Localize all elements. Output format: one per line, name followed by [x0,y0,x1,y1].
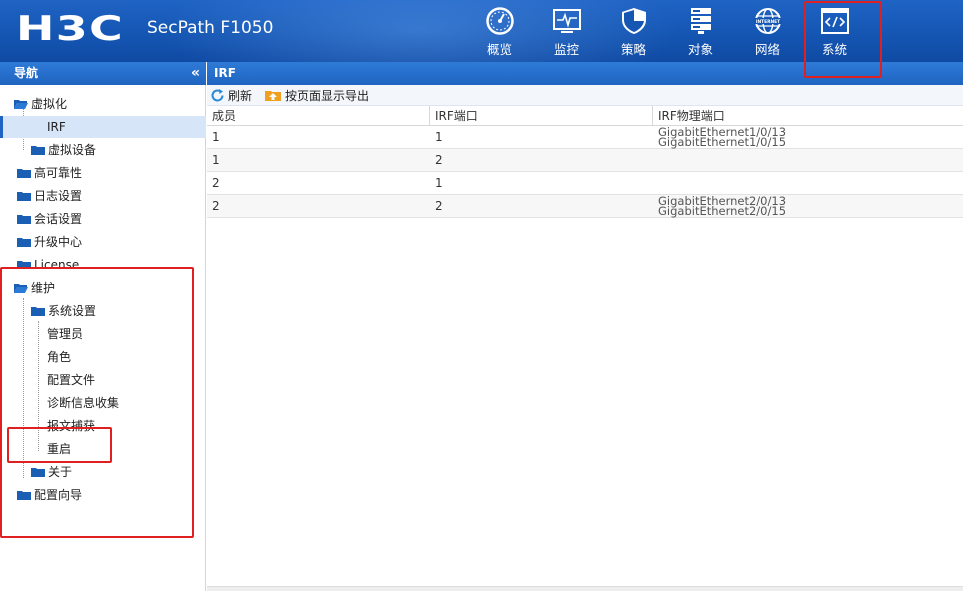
dashboard-icon [485,6,515,36]
nav-title: 导航 [14,66,39,80]
monitor-icon [552,6,582,36]
folder-icon [17,491,31,500]
cell-phys: GigabitEthernet2/0/13 GigabitEthernet2/0… [658,194,787,218]
col-irf-phys-port[interactable]: IRF物理端口 [653,106,963,126]
folder-icon [17,215,31,224]
collapse-sidebar-button[interactable]: « [191,62,200,85]
nav-system-label: 系统 [821,42,847,57]
cell-member: 1 [212,153,220,167]
cell-port: 2 [435,153,443,167]
sidebar-item-packet-capture[interactable]: 报文捕获 [47,415,95,438]
table-row[interactable]: 1 2 [207,149,963,172]
page-title-text: IRF [214,66,236,80]
shield-icon [619,6,649,36]
table-header: 成员 IRF端口 IRF物理端口 [207,106,963,126]
selection-marker [0,116,3,138]
col-irf-port[interactable]: IRF端口 [430,106,653,126]
nav-monitor-label: 监控 [553,42,579,57]
nav-network-label: 网络 [754,42,780,57]
sidebar-item-irf[interactable]: IRF [47,116,66,139]
nav-policy[interactable]: 策略 [600,0,667,62]
folder-icon [31,146,45,155]
sidebar-item-log-settings[interactable]: 日志设置 [17,185,82,208]
server-icon [686,6,716,36]
cell-phys [653,172,963,194]
nav-panel-title: 导航 « [0,62,206,85]
nav-overview[interactable]: 概览 [466,0,533,62]
sidebar-item-roles[interactable]: 角色 [47,346,71,369]
nav-monitor[interactable]: 监控 [533,0,600,62]
folder-icon [31,307,45,316]
sidebar-item-administrators[interactable]: 管理员 [47,323,83,346]
sidebar-item-virtual-device[interactable]: 虚拟设备 [31,139,96,162]
h3c-logo: H3C [16,9,125,49]
table-row[interactable]: 2 1 [207,172,963,195]
folder-icon [17,192,31,201]
page-title: IRF [207,62,963,85]
sidebar-item-maintenance[interactable]: 维护 [14,277,55,300]
sidebar-item-setup-wizard[interactable]: 配置向导 [17,484,82,507]
nav-object[interactable]: 对象 [667,0,734,62]
nav-overview-label: 概览 [486,42,512,57]
folder-icon [17,238,31,247]
folder-icon [31,468,45,477]
export-button[interactable]: 按页面显示导出 [265,87,369,104]
sidebar-item-system-settings[interactable]: 系统设置 [31,300,96,323]
col-member[interactable]: 成员 [207,106,430,126]
folder-open-icon [14,284,28,293]
sidebar-item-reboot[interactable]: 重启 [47,438,71,461]
cell-port: 2 [435,199,443,213]
refresh-button[interactable]: 刷新 [210,87,252,104]
sidebar-item-diagnostics[interactable]: 诊断信息收集 [47,392,119,415]
sidebar-item-session-settings[interactable]: 会话设置 [17,208,82,231]
cell-port: 1 [435,130,443,144]
folder-icon [17,261,31,267]
cell-member: 1 [212,130,220,144]
folder-open-icon [14,100,28,109]
code-window-icon [820,6,850,36]
sidebar-item-virtualization[interactable]: 虚拟化 [14,93,67,116]
internet-badge: INTERNET [755,19,779,25]
export-folder-icon [265,90,282,101]
nav-policy-label: 策略 [620,42,646,57]
toolbar: 刷新 按页面显示导出 [207,85,963,106]
sidebar-item-high-availability[interactable]: 高可靠性 [17,162,82,185]
cell-member: 2 [212,199,220,213]
nav-object-label: 对象 [687,42,713,57]
tree-guide [38,321,39,451]
top-header: H3C SecPath F1050 概览 监控 策略 对象 INTERNET 网… [0,0,963,62]
sidebar-item-license[interactable]: License [17,254,79,267]
internet-icon: INTERNET [753,6,783,36]
refresh-icon [211,88,224,101]
sidebar-item-upgrade-center[interactable]: 升级中心 [17,231,82,254]
folder-icon [17,169,31,178]
nav-system[interactable]: 系统 [801,0,868,62]
sidebar-item-about[interactable]: 关于 [31,461,72,484]
product-name: SecPath F1050 [147,18,274,38]
cell-phys: GigabitEthernet1/0/13 GigabitEthernet1/0… [658,125,787,149]
table-row[interactable]: 1 1 GigabitEthernet1/0/13 GigabitEtherne… [207,126,963,149]
tree-guide [23,298,24,478]
cell-port: 1 [435,176,443,190]
sidebar-item-config-file[interactable]: 配置文件 [47,369,95,392]
selected-row-highlight [3,116,206,138]
nav-network[interactable]: INTERNET 网络 [734,0,801,62]
cell-member: 2 [212,176,220,190]
top-nav: 概览 监控 策略 对象 INTERNET 网络 系统 [466,0,868,62]
table-row[interactable]: 2 2 GigabitEthernet2/0/13 GigabitEtherne… [207,195,963,218]
irf-table: 成员 IRF端口 IRF物理端口 1 1 GigabitEthernet1/0/… [207,106,963,218]
cell-phys [653,149,963,171]
horizontal-scrollbar[interactable] [207,586,963,591]
